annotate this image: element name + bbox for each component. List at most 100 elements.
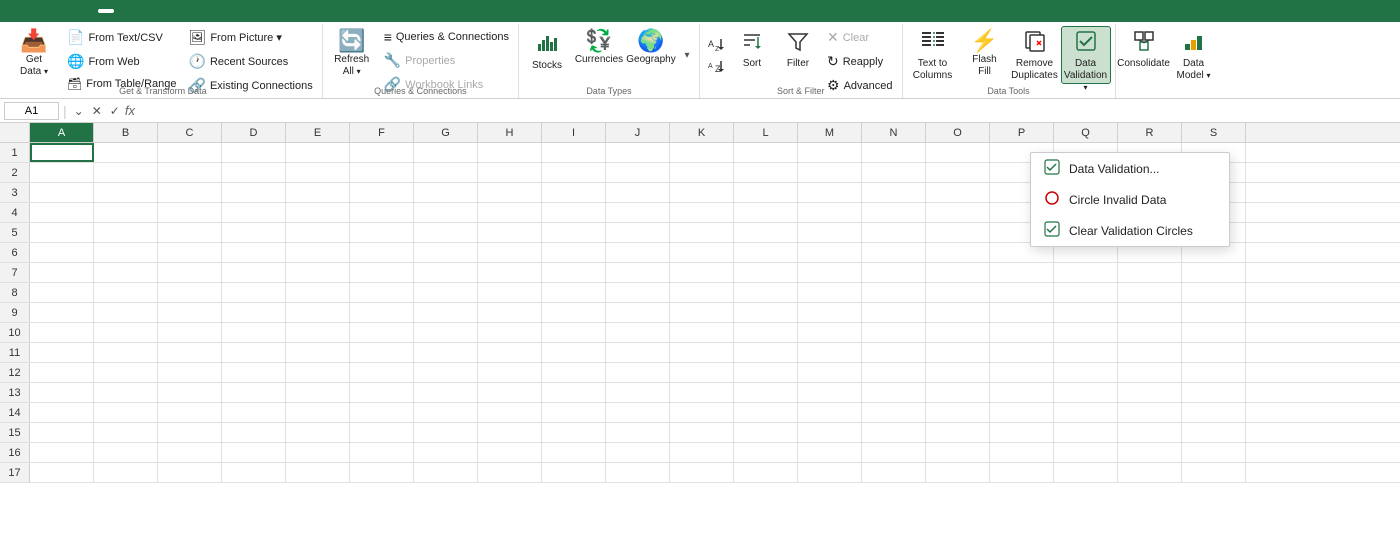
cell-H17[interactable] (478, 463, 542, 482)
cell-M12[interactable] (798, 363, 862, 382)
cell-J7[interactable] (606, 263, 670, 282)
col-header-I[interactable]: I (542, 123, 606, 142)
row-header-10[interactable]: 10 (0, 323, 30, 342)
row-header-7[interactable]: 7 (0, 263, 30, 282)
sort-az-button[interactable]: A Z (704, 34, 728, 54)
cell-C2[interactable] (158, 163, 222, 182)
cell-C8[interactable] (158, 283, 222, 302)
cell-R17[interactable] (1118, 463, 1182, 482)
geography-button[interactable]: 🌍 Geography (627, 26, 675, 84)
cell-F15[interactable] (350, 423, 414, 442)
cell-S10[interactable] (1182, 323, 1246, 342)
col-header-P[interactable]: P (990, 123, 1054, 142)
cell-D3[interactable] (222, 183, 286, 202)
cell-L6[interactable] (734, 243, 798, 262)
cell-I15[interactable] (542, 423, 606, 442)
cell-M2[interactable] (798, 163, 862, 182)
col-header-S[interactable]: S (1182, 123, 1246, 142)
cell-H10[interactable] (478, 323, 542, 342)
cell-C10[interactable] (158, 323, 222, 342)
cell-M1[interactable] (798, 143, 862, 162)
cell-C3[interactable] (158, 183, 222, 202)
cell-C17[interactable] (158, 463, 222, 482)
cell-N8[interactable] (862, 283, 926, 302)
cell-M16[interactable] (798, 443, 862, 462)
cell-L11[interactable] (734, 343, 798, 362)
refresh-all-button[interactable]: 🔄 RefreshAll ▾ (327, 26, 377, 84)
dropdown-data-validation[interactable]: Data Validation... (1031, 153, 1229, 184)
cell-J1[interactable] (606, 143, 670, 162)
flash-fill-button[interactable]: ⚡ FlashFill (961, 26, 1009, 84)
confirm-icon[interactable]: ✓ (107, 103, 123, 119)
cell-N17[interactable] (862, 463, 926, 482)
cell-H14[interactable] (478, 403, 542, 422)
cell-I11[interactable] (542, 343, 606, 362)
cell-A12[interactable] (30, 363, 94, 382)
cell-M9[interactable] (798, 303, 862, 322)
cell-H4[interactable] (478, 203, 542, 222)
cell-Q16[interactable] (1054, 443, 1118, 462)
cell-I14[interactable] (542, 403, 606, 422)
cell-F1[interactable] (350, 143, 414, 162)
cell-Q14[interactable] (1054, 403, 1118, 422)
cell-D16[interactable] (222, 443, 286, 462)
cell-D15[interactable] (222, 423, 286, 442)
cell-P17[interactable] (990, 463, 1054, 482)
cell-K12[interactable] (670, 363, 734, 382)
cell-S14[interactable] (1182, 403, 1246, 422)
cell-H3[interactable] (478, 183, 542, 202)
cell-F11[interactable] (350, 343, 414, 362)
cell-B3[interactable] (94, 183, 158, 202)
cell-A11[interactable] (30, 343, 94, 362)
cell-O15[interactable] (926, 423, 990, 442)
cell-P13[interactable] (990, 383, 1054, 402)
cell-G15[interactable] (414, 423, 478, 442)
formula-input[interactable] (139, 105, 1396, 117)
cell-N9[interactable] (862, 303, 926, 322)
cell-E4[interactable] (286, 203, 350, 222)
cell-E10[interactable] (286, 323, 350, 342)
cell-L8[interactable] (734, 283, 798, 302)
cell-B6[interactable] (94, 243, 158, 262)
cell-O11[interactable] (926, 343, 990, 362)
cell-A4[interactable] (30, 203, 94, 222)
data-model-button[interactable]: DataModel ▾ (1170, 26, 1218, 84)
cell-E6[interactable] (286, 243, 350, 262)
menu-insert[interactable] (44, 9, 60, 13)
cell-G1[interactable] (414, 143, 478, 162)
cell-J11[interactable] (606, 343, 670, 362)
cell-Q13[interactable] (1054, 383, 1118, 402)
cell-O13[interactable] (926, 383, 990, 402)
cell-K1[interactable] (670, 143, 734, 162)
cell-P7[interactable] (990, 263, 1054, 282)
cell-R9[interactable] (1118, 303, 1182, 322)
cell-L12[interactable] (734, 363, 798, 382)
cell-K4[interactable] (670, 203, 734, 222)
cell-J16[interactable] (606, 443, 670, 462)
row-header-5[interactable]: 5 (0, 223, 30, 242)
cell-E15[interactable] (286, 423, 350, 442)
cell-E13[interactable] (286, 383, 350, 402)
col-header-Q[interactable]: Q (1054, 123, 1118, 142)
cell-J12[interactable] (606, 363, 670, 382)
text-to-columns-button[interactable]: Text toColumns (907, 26, 959, 84)
cell-O9[interactable] (926, 303, 990, 322)
cell-R8[interactable] (1118, 283, 1182, 302)
cell-D1[interactable] (222, 143, 286, 162)
cell-B10[interactable] (94, 323, 158, 342)
cell-G10[interactable] (414, 323, 478, 342)
cell-O6[interactable] (926, 243, 990, 262)
cell-A2[interactable] (30, 163, 94, 182)
cell-L2[interactable] (734, 163, 798, 182)
cell-F3[interactable] (350, 183, 414, 202)
menu-developer[interactable] (170, 9, 186, 13)
menu-power-pivot[interactable] (206, 9, 222, 13)
row-header-13[interactable]: 13 (0, 383, 30, 402)
cell-A6[interactable] (30, 243, 94, 262)
row-header-6[interactable]: 6 (0, 243, 30, 262)
cell-J8[interactable] (606, 283, 670, 302)
cell-R15[interactable] (1118, 423, 1182, 442)
menu-automate[interactable] (152, 9, 168, 13)
cell-E12[interactable] (286, 363, 350, 382)
cell-B7[interactable] (94, 263, 158, 282)
